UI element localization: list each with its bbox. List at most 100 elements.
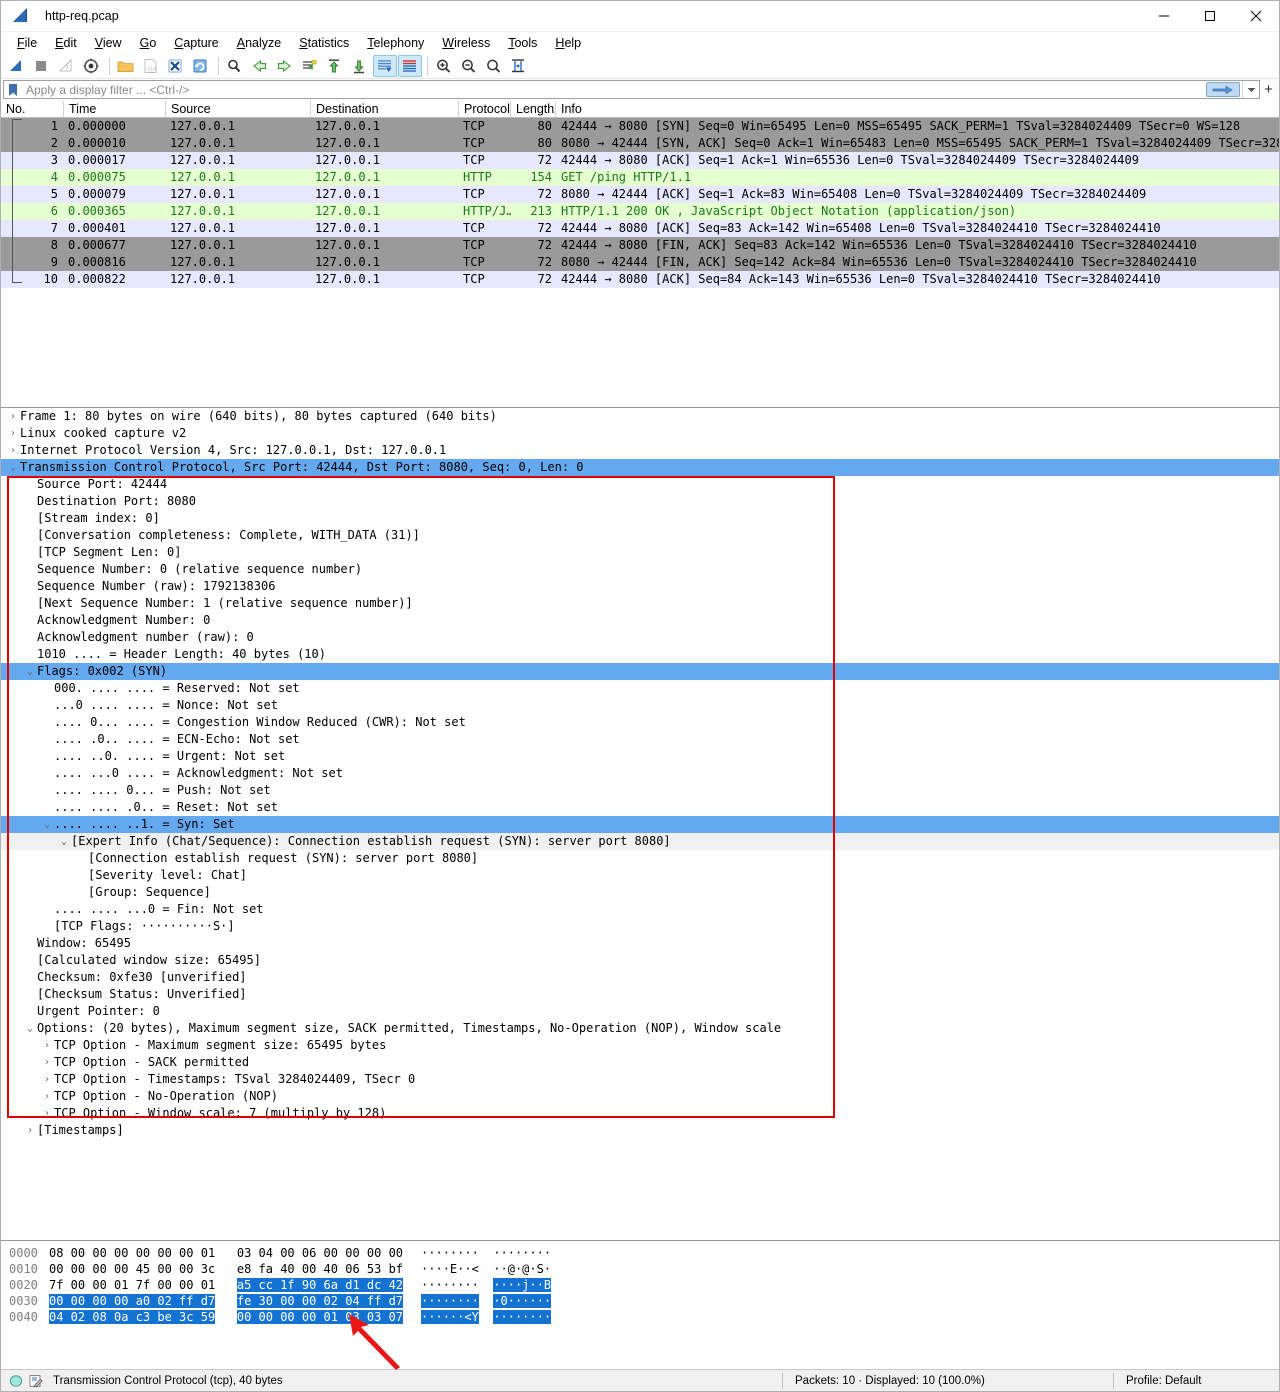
menu-wireless[interactable]: Wireless: [433, 34, 499, 52]
detail-tree-item[interactable]: › TCP Option - Maximum segment size: 6549…: [1, 1037, 1279, 1054]
packet-row[interactable]: 6 0.000365 127.0.0.1 127.0.0.1 HTTP/J… 213 HTT…: [1, 203, 1279, 220]
detail-tree-item[interactable]: [Group: Sequence]: [1, 884, 1279, 901]
display-filter-input[interactable]: Apply a display filter ... <Ctrl-/>: [3, 80, 1260, 99]
menu-edit[interactable]: Edit: [46, 34, 86, 52]
chevron-right-icon[interactable]: ›: [7, 442, 19, 459]
auto-scroll-icon[interactable]: [373, 54, 397, 77]
restart-capture-icon[interactable]: [55, 55, 79, 77]
detail-tree-item[interactable]: .... .... ...0 = Fin: Not set: [1, 901, 1279, 918]
detail-tree-item[interactable]: .... 0... .... = Congestion Window Reduc…: [1, 714, 1279, 731]
menu-go[interactable]: Go: [131, 34, 166, 52]
packet-row[interactable]: 1 0.000000 127.0.0.1 127.0.0.1 TCP 80 42444 → …: [1, 118, 1279, 135]
stop-capture-icon[interactable]: [30, 55, 54, 77]
detail-tree-item[interactable]: .... .... .0.. = Reset: Not set: [1, 799, 1279, 816]
reload-file-icon[interactable]: [189, 55, 213, 77]
detail-tree-item[interactable]: [Conversation completeness: Complete, WI…: [1, 527, 1279, 544]
chevron-right-icon[interactable]: ›: [41, 1088, 53, 1105]
hex-dump-row[interactable]: 0040 04 02 08 0a c3 be 3c 59 00 00 00 00 …: [1, 1309, 1279, 1325]
go-to-first-icon[interactable]: [323, 55, 347, 77]
detail-tree-item[interactable]: Acknowledgment Number: 0: [1, 612, 1279, 629]
packet-details-tree[interactable]: › Frame 1: 80 bytes on wire (640 bits), 8…: [1, 408, 1279, 1139]
bookmark-icon[interactable]: [4, 81, 22, 98]
zoom-out-icon[interactable]: [457, 55, 481, 77]
packet-list-body[interactable]: 1 0.000000 127.0.0.1 127.0.0.1 TCP 80 42444 → …: [1, 118, 1279, 288]
apply-filter-arrow-icon[interactable]: [1206, 82, 1240, 97]
menu-analyze[interactable]: Analyze: [228, 34, 290, 52]
detail-tree-item[interactable]: ⌄ Options: (20 bytes), Maximum segment si…: [1, 1020, 1279, 1037]
packet-details-pane[interactable]: › Frame 1: 80 bytes on wire (640 bits), 8…: [1, 408, 1279, 1241]
chevron-right-icon[interactable]: ›: [7, 408, 19, 425]
detail-tree-item[interactable]: [Checksum Status: Unverified]: [1, 986, 1279, 1003]
go-to-packet-icon[interactable]: [298, 55, 322, 77]
chevron-down-icon[interactable]: ⌄: [41, 816, 53, 833]
menu-statistics[interactable]: Statistics: [290, 34, 358, 52]
detail-tree-item[interactable]: 000. .... .... = Reserved: Not set: [1, 680, 1279, 697]
detail-tree-item[interactable]: .... .0.. .... = ECN-Echo: Not set: [1, 731, 1279, 748]
packet-row[interactable]: 3 0.000017 127.0.0.1 127.0.0.1 TCP 72 42444 → …: [1, 152, 1279, 169]
detail-tree-item[interactable]: Sequence Number: 0 (relative sequence nu…: [1, 561, 1279, 578]
menu-tools[interactable]: Tools: [499, 34, 546, 52]
open-file-icon[interactable]: [114, 55, 138, 77]
detail-tree-item[interactable]: › Internet Protocol Version 4, Src: 127.0…: [1, 442, 1279, 459]
menu-telephony[interactable]: Telephony: [358, 34, 433, 52]
detail-tree-item[interactable]: 1010 .... = Header Length: 40 bytes (10): [1, 646, 1279, 663]
detail-tree-item[interactable]: › TCP Option - Window scale: 7 (multiply …: [1, 1105, 1279, 1122]
chevron-right-icon[interactable]: ›: [41, 1071, 53, 1088]
detail-tree-item[interactable]: › TCP Option - No-Operation (NOP): [1, 1088, 1279, 1105]
detail-tree-item[interactable]: › TCP Option - Timestamps: TSval 32840244…: [1, 1071, 1279, 1088]
save-file-icon[interactable]: 010: [139, 55, 163, 77]
packet-row[interactable]: 4 0.000075 127.0.0.1 127.0.0.1 HTTP 154 GET /p…: [1, 169, 1279, 186]
column-header-info[interactable]: Info: [556, 101, 1279, 117]
chevron-down-icon[interactable]: ⌄: [7, 459, 19, 476]
detail-tree-item[interactable]: [TCP Segment Len: 0]: [1, 544, 1279, 561]
close-icon[interactable]: [1233, 1, 1279, 32]
detail-tree-item[interactable]: [Severity level: Chat]: [1, 867, 1279, 884]
column-header-length[interactable]: Length: [511, 101, 556, 117]
menu-capture[interactable]: Capture: [165, 34, 227, 52]
column-header-source[interactable]: Source: [166, 101, 311, 117]
packet-bytes-pane[interactable]: 0000 08 00 00 00 00 00 00 01 03 04 00 06 …: [1, 1241, 1279, 1369]
chevron-right-icon[interactable]: ›: [41, 1054, 53, 1071]
detail-tree-item[interactable]: Sequence Number (raw): 1792138306: [1, 578, 1279, 595]
chevron-down-icon[interactable]: ⌄: [24, 663, 36, 680]
maximize-icon[interactable]: [1187, 1, 1233, 32]
detail-tree-item[interactable]: [Connection establish request (SYN): ser…: [1, 850, 1279, 867]
detail-tree-item[interactable]: › TCP Option - SACK permitted: [1, 1054, 1279, 1071]
chevron-down-icon[interactable]: ⌄: [24, 1020, 36, 1037]
capture-comment-icon[interactable]: [29, 1374, 43, 1388]
detail-tree-item[interactable]: Destination Port: 8080: [1, 493, 1279, 510]
packet-row[interactable]: 5 0.000079 127.0.0.1 127.0.0.1 TCP 72 8080 → 4…: [1, 186, 1279, 203]
packet-row[interactable]: 10 0.000822 127.0.0.1 127.0.0.1 TCP 72 42444 →…: [1, 271, 1279, 288]
packet-row[interactable]: 8 0.000677 127.0.0.1 127.0.0.1 TCP 72 42444 → …: [1, 237, 1279, 254]
colorize-icon[interactable]: [398, 54, 422, 77]
hex-dump-row[interactable]: 0030 00 00 00 00 a0 02 ff d7 fe 30 00 00 …: [1, 1293, 1279, 1309]
chevron-right-icon[interactable]: ›: [24, 1122, 36, 1139]
minimize-icon[interactable]: [1141, 1, 1187, 32]
zoom-in-icon[interactable]: [432, 55, 456, 77]
column-header-destination[interactable]: Destination: [311, 101, 459, 117]
chevron-down-icon[interactable]: ⌄: [58, 833, 70, 850]
detail-tree-item[interactable]: › Frame 1: 80 bytes on wire (640 bits), 8…: [1, 408, 1279, 425]
packet-row[interactable]: 9 0.000816 127.0.0.1 127.0.0.1 TCP 72 8080 → 4…: [1, 254, 1279, 271]
chevron-down-icon[interactable]: [1242, 81, 1259, 98]
go-forward-icon[interactable]: [273, 55, 297, 77]
capture-options-icon[interactable]: [80, 55, 104, 77]
detail-tree-item[interactable]: Checksum: 0xfe30 [unverified]: [1, 969, 1279, 986]
packet-list-header[interactable]: No. Time Source Destination Protocol Length In…: [1, 101, 1279, 118]
chevron-right-icon[interactable]: ›: [41, 1105, 53, 1122]
detail-tree-item[interactable]: [Next Sequence Number: 1 (relative seque…: [1, 595, 1279, 612]
detail-tree-item[interactable]: ⌄ [Expert Info (Chat/Sequence): Connectio…: [1, 833, 1279, 850]
zoom-reset-icon[interactable]: [482, 55, 506, 77]
add-filter-button-icon[interactable]: +: [1260, 80, 1277, 99]
detail-tree-item[interactable]: ⌄ Transmission Control Protocol, Src Port…: [1, 459, 1279, 476]
detail-tree-item[interactable]: .... .... 0... = Push: Not set: [1, 782, 1279, 799]
hex-dump-row[interactable]: 0000 08 00 00 00 00 00 00 01 03 04 00 06 …: [1, 1245, 1279, 1261]
detail-tree-item[interactable]: [TCP Flags: ··········S·]: [1, 918, 1279, 935]
menu-file[interactable]: File: [8, 34, 46, 52]
detail-tree-item[interactable]: Acknowledgment number (raw): 0: [1, 629, 1279, 646]
menu-view[interactable]: View: [86, 34, 131, 52]
hex-dump-row[interactable]: 0010 00 00 00 00 45 00 00 3c e8 fa 40 00 …: [1, 1261, 1279, 1277]
menu-help[interactable]: Help: [546, 34, 590, 52]
packet-row[interactable]: 7 0.000401 127.0.0.1 127.0.0.1 TCP 72 42444 → …: [1, 220, 1279, 237]
packet-row[interactable]: 2 0.000010 127.0.0.1 127.0.0.1 TCP 80 8080 → 4…: [1, 135, 1279, 152]
